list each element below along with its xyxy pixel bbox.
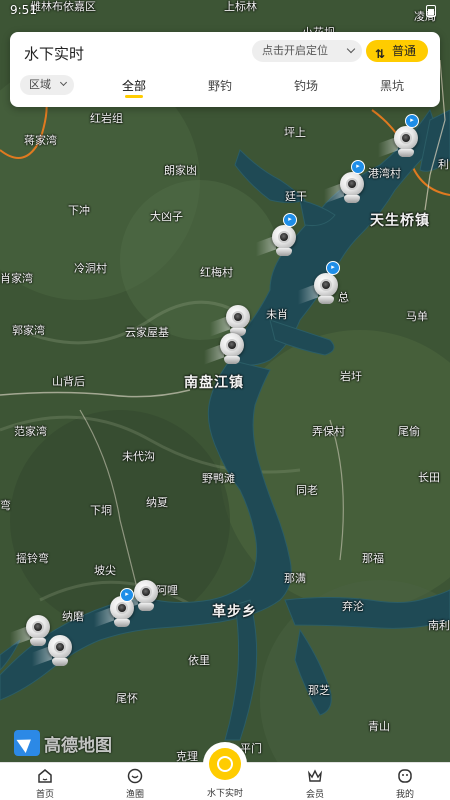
map-label: 依里	[188, 654, 210, 667]
camera-marker[interactable]	[32, 635, 74, 671]
crown-icon	[307, 769, 323, 782]
live-badge-icon: ▸	[351, 160, 365, 174]
nav-circle-label: 渔圈	[125, 790, 144, 800]
map-label: 坡尖	[94, 564, 116, 577]
map-label: 云家屋基	[125, 326, 169, 339]
camera-marker[interactable]	[256, 225, 298, 261]
swap-icon: ⇅	[375, 47, 386, 61]
nav-home[interactable]: 首页	[15, 763, 75, 800]
nav-me-label: 我的	[395, 790, 414, 800]
nav-me[interactable]: 我的	[375, 763, 435, 800]
home-icon	[38, 769, 52, 783]
map-label: 港湾村	[368, 167, 401, 180]
map-label: 山背后	[52, 375, 85, 388]
mode-label: 普通	[392, 44, 417, 58]
map-label: 那福	[362, 552, 384, 565]
map-label: 岩圩	[340, 370, 362, 383]
map-label: 马单	[406, 310, 428, 323]
map-label: 下垌	[90, 504, 112, 517]
map-label: 野鸭滩	[202, 472, 235, 485]
map-label: 范家湾	[14, 425, 47, 438]
amap-logo: 高德地图	[14, 730, 112, 756]
nav-vip[interactable]: 会员	[285, 763, 345, 800]
chevron-down-icon	[59, 78, 68, 87]
page-title: 水下实时	[24, 45, 85, 63]
nav-circle[interactable]: 渔圈	[105, 763, 165, 800]
header-card: 水下实时 点击开启定位 ⇅ 普通 区域 全部 野钓 钓场 黑坑	[10, 32, 440, 107]
map-label: 纳磨	[62, 610, 84, 623]
nav-vip-label: 会员	[305, 790, 324, 800]
status-bar: 9:51	[0, 0, 450, 22]
filter-tabs: 区域 全部 野钓 钓场 黑坑	[20, 74, 430, 100]
camera-marker[interactable]	[94, 596, 136, 632]
map-label: 那芝	[308, 684, 330, 697]
map-label: 大凶子	[150, 210, 183, 223]
map-label: 天生桥镇	[370, 213, 430, 229]
map-label: 冷洞村	[74, 262, 107, 275]
map-label: 长田	[418, 471, 440, 484]
map-label: 纳夏	[146, 496, 168, 509]
mode-toggle-button[interactable]: ⇅ 普通	[366, 40, 428, 62]
profile-icon	[398, 769, 412, 783]
map-label: 廷干	[285, 190, 307, 203]
region-label: 区域	[29, 78, 51, 91]
nav-home-label: 首页	[35, 790, 54, 800]
map-label: 利	[438, 158, 449, 171]
map-view[interactable]: 雌林布依嘉区 上标林 小花坝 凌局 红岩组 蒋家湾 坪上 朗家凼 港湾村 利 廷…	[0, 0, 450, 762]
map-label: 红梅村	[200, 266, 233, 279]
circle-smile-icon	[127, 768, 143, 784]
locate-label: 点击开启定位	[262, 44, 328, 57]
map-label: 南盘江镇	[184, 375, 244, 391]
map-label: 同老	[296, 484, 318, 497]
map-label: 摇铃弯	[16, 552, 49, 565]
map-label: 红岩组	[90, 112, 123, 125]
status-time: 9:51	[10, 3, 37, 17]
region-dropdown[interactable]: 区域	[20, 75, 74, 95]
live-badge-icon: ▸	[326, 261, 340, 275]
map-label: 郭家湾	[12, 324, 45, 337]
camera-marker[interactable]	[204, 333, 246, 369]
map-label: 朗家凼	[164, 164, 197, 177]
map-label: 尾怀	[116, 692, 138, 705]
map-label: 弃沦	[342, 600, 364, 613]
amap-logo-icon	[14, 730, 40, 756]
locate-button[interactable]: 点击开启定位	[252, 40, 362, 62]
live-camera-icon	[209, 748, 241, 780]
map-label: 蒋家湾	[24, 134, 57, 147]
map-label: 肖家湾	[0, 272, 33, 285]
chevron-down-icon	[346, 44, 356, 54]
battery-icon	[426, 5, 436, 17]
map-label: 革步乡	[212, 604, 257, 620]
tab-all[interactable]: 全部	[114, 77, 154, 98]
camera-marker[interactable]	[298, 273, 340, 309]
map-label: 弯	[0, 499, 11, 512]
map-label: 青山	[368, 720, 390, 733]
map-label: 未代沟	[122, 450, 155, 463]
map-label: 弄保村	[312, 425, 345, 438]
camera-marker[interactable]	[324, 172, 366, 208]
tab-wild-fishing[interactable]: 野钓	[200, 77, 240, 94]
map-label: 尾偷	[398, 425, 420, 438]
tab-black-pit[interactable]: 黑坑	[372, 77, 412, 94]
map-label: 南利	[428, 619, 450, 632]
camera-marker[interactable]	[118, 580, 160, 616]
map-label: 那满	[284, 572, 306, 585]
tab-fishing-ground[interactable]: 钓场	[286, 77, 326, 94]
map-label: 坪上	[284, 126, 306, 139]
live-badge-icon: ▸	[405, 114, 419, 128]
nav-live-underwater[interactable]: 水下实时	[195, 742, 255, 800]
amap-logo-text: 高德地图	[44, 735, 112, 756]
live-badge-icon: ▸	[120, 588, 134, 602]
map-label: 下冲	[68, 204, 90, 217]
nav-live-label: 水下实时	[206, 789, 243, 799]
live-badge-icon: ▸	[283, 213, 297, 227]
map-label: 未肖	[266, 308, 288, 321]
camera-marker[interactable]	[378, 126, 420, 162]
